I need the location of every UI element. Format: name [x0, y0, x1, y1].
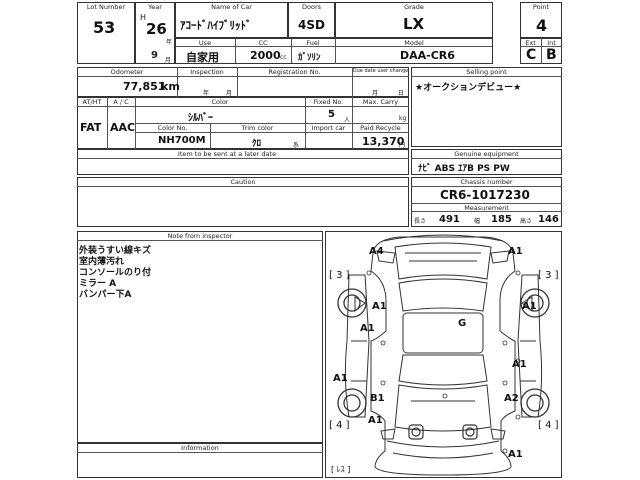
fixed-no-value: 5 [328, 109, 335, 120]
odometer-header: Odometer [110, 68, 144, 76]
color-value: ｼﾙﾊﾞｰ [188, 113, 213, 124]
inspector-note: バンパー下A [79, 290, 132, 300]
registration-header: Registration No. [268, 68, 321, 76]
ext-value: C [526, 47, 537, 63]
paid-recycle-header: Paid Recycle [360, 124, 401, 132]
due-month-unit: 月 [372, 90, 379, 97]
name-of-car-value: ｱｺｰﾄﾞﾊｲﾌﾞﾘｯﾄﾞ [180, 19, 252, 32]
damage-mark-bracket-4: [ 4 ] [538, 420, 559, 431]
damage-mark-a1: A1 [372, 301, 387, 312]
information-header: Information [181, 444, 219, 452]
month-unit: 月 [165, 57, 172, 64]
name-of-car-header: Name of Car [211, 3, 252, 11]
ext-header: Ext [525, 39, 536, 47]
length-value: 491 [439, 214, 460, 225]
selling-point-header: Selling point [466, 68, 507, 76]
damage-mark-a4: A4 [369, 246, 384, 257]
at-ht-value: FAT [80, 121, 102, 134]
inspector-notes-header: Note from inspector [167, 232, 233, 240]
selling-point-box [411, 67, 562, 147]
cc-unit: cc [280, 54, 287, 61]
damage-mark-res: [ ﾚｽ ] [331, 465, 351, 474]
chassis-header: Chassis number [460, 178, 513, 186]
trim-unit: 系 [293, 142, 300, 149]
fixed-unit: 人 [344, 117, 351, 124]
import-car-header: Import car [311, 124, 346, 132]
color-no-header: Color No. [157, 124, 188, 132]
int-value: B [546, 47, 557, 63]
month-value: 9 [151, 50, 158, 61]
odometer-value: 77,851 [123, 80, 166, 93]
point-header: Point [532, 3, 550, 11]
ac-header: A / C [113, 98, 129, 106]
use-value: 自家用 [186, 51, 219, 64]
damage-mark-b1: B1 [370, 393, 385, 404]
max-carry-header: Max. Carry [362, 98, 399, 106]
trim-color-value: ｸﾛ [252, 139, 262, 149]
paid-recycle-unit: 円 [399, 142, 406, 149]
trim-color-header: Trim color [241, 124, 274, 132]
damage-mark-a1: A1 [333, 373, 348, 384]
at-ht-header: AT/HT [82, 98, 102, 106]
caution-header: Caution [230, 178, 256, 186]
width-label: 幅 [474, 218, 481, 225]
doors-value: 4SD [298, 18, 325, 32]
measurement-header: Measurement [464, 204, 509, 212]
inspection-header: Inspection [190, 68, 224, 76]
item-sent-header: Item to be sent at a later date [177, 150, 277, 158]
lot-number-header: Lot Number [86, 3, 126, 11]
lot-number-value: 53 [93, 18, 116, 37]
inspection-year-unit: 年 [203, 90, 210, 97]
car-diagram-svg [337, 234, 550, 476]
due-date-header: Due date user change [352, 68, 409, 74]
color-header: Color [211, 98, 229, 106]
year-header: Year [148, 3, 162, 11]
equipment-value: ﾅﾋﾞ ABS ｴｱB PS PW [418, 164, 510, 174]
damage-mark-a2: A2 [504, 393, 519, 404]
damage-mark-a1: A1 [368, 415, 383, 426]
chassis-value: CR6-1017230 [440, 188, 530, 202]
damage-mark-a1: A1 [522, 301, 537, 312]
fixed-no-header: Fixed No. [313, 98, 344, 106]
damage-mark-a1: A1 [508, 246, 523, 257]
grade-header: Grade [404, 3, 424, 11]
due-day-unit: 日 [398, 90, 405, 97]
selling-point-value: ★オークションデビュー★ [415, 83, 522, 93]
length-label: 長さ [414, 218, 427, 225]
damage-mark-a1: A1 [360, 323, 375, 334]
equipment-header: Genuine equipment [454, 150, 519, 158]
model-value: DAA-CR6 [400, 49, 455, 62]
cc-value: 2000 [250, 49, 281, 62]
damage-mark-bracket-3: [ 3 ] [329, 270, 350, 281]
int-header: Int [547, 39, 556, 47]
max-carry-unit: kg [399, 115, 407, 122]
fuel-value: ｶﾞｿﾘﾝ [298, 53, 321, 63]
color-no-value: NH700M [158, 135, 206, 146]
damage-mark-bracket-3: [ 3 ] [538, 270, 559, 281]
height-label: 高さ [520, 218, 533, 225]
year-value: 26 [146, 20, 167, 38]
doors-header: Doors [301, 3, 322, 11]
damage-mark-a1: A1 [508, 449, 523, 460]
grade-value: LX [403, 15, 425, 33]
year-unit: 年 [166, 39, 173, 46]
inspection-month-unit: 月 [226, 90, 233, 97]
ac-value: AAC [110, 121, 136, 134]
damage-mark-bracket-4: [ 4 ] [329, 420, 350, 431]
damage-mark-g: G [458, 318, 467, 329]
point-value: 4 [536, 16, 548, 35]
damage-mark-a1: A1 [512, 359, 527, 370]
height-value: 146 [538, 214, 559, 225]
width-value: 185 [491, 214, 512, 225]
odometer-unit: km [161, 80, 180, 93]
